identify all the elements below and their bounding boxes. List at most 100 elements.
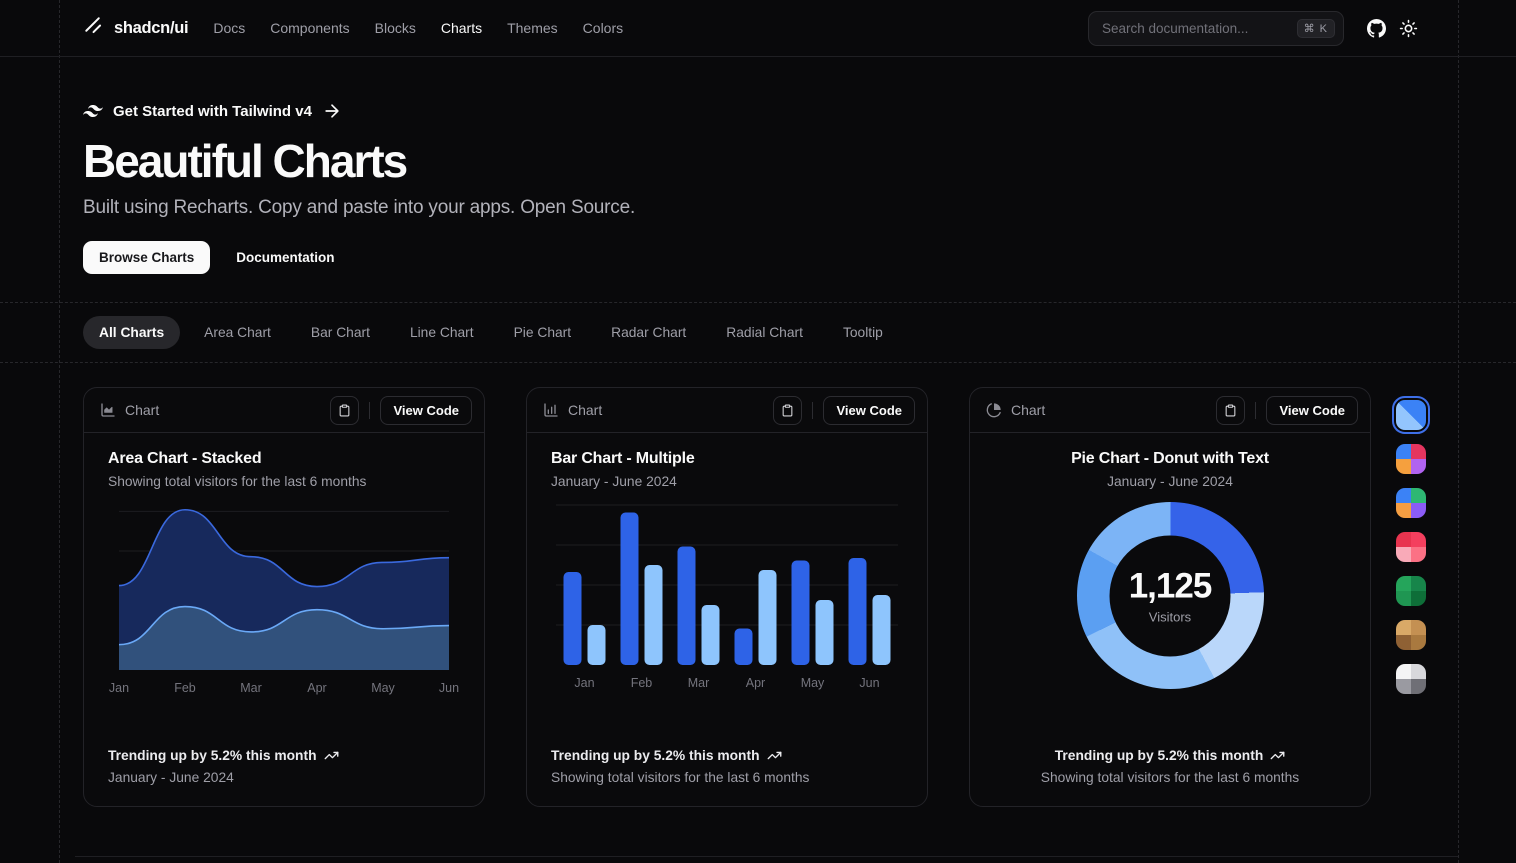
left-guide-line	[59, 0, 60, 863]
theme-toggle-button[interactable]	[1392, 12, 1424, 44]
card-body: Area Chart - Stacked Showing total visit…	[84, 433, 484, 695]
footer-secondary-text: January - June 2024	[108, 770, 460, 785]
navbar: shadcn/ui Docs Components Blocks Charts Them…	[0, 0, 1516, 57]
copy-code-button[interactable]	[1216, 396, 1245, 425]
brand-name: shadcn/ui	[114, 19, 188, 38]
swatch-quadrant	[1396, 459, 1411, 474]
donut-total-value: 1,125	[1129, 567, 1212, 607]
swatch-quadrant	[1396, 488, 1411, 503]
swatch-quadrant	[1411, 532, 1426, 547]
tailwind-banner-link[interactable]: Get Started with Tailwind v4	[83, 101, 1424, 121]
copy-code-button[interactable]	[330, 396, 359, 425]
svg-text:Jun: Jun	[439, 681, 459, 695]
donut-total-label: Visitors	[1149, 610, 1191, 625]
swatch-quadrant	[1396, 503, 1411, 518]
page-subtitle: Built using Recharts. Copy and paste int…	[83, 197, 1424, 219]
brand[interactable]: shadcn/ui	[83, 15, 188, 41]
swatch-quadrant	[1411, 591, 1426, 606]
swatch-quadrant	[1396, 620, 1411, 635]
theme-swatch-green[interactable]	[1396, 576, 1426, 606]
pie-chart-icon	[986, 402, 1002, 418]
view-code-button[interactable]: View Code	[1266, 396, 1358, 425]
area-chart-svg: JanFebMarAprMayJun	[119, 505, 449, 695]
nav-links: Docs Components Blocks Charts Themes Colors	[213, 20, 623, 36]
chart-filter-tabs: All ChartsArea ChartBar ChartLine ChartP…	[83, 316, 899, 349]
right-guide-line	[1458, 0, 1459, 863]
card-toolbar: Chart View Code	[970, 388, 1370, 433]
view-code-button[interactable]: View Code	[823, 396, 915, 425]
tab-line-chart[interactable]: Line Chart	[394, 316, 490, 349]
toolbar-label: Chart	[125, 402, 159, 418]
nav-item-themes[interactable]: Themes	[507, 20, 558, 36]
svg-text:Feb: Feb	[631, 676, 653, 690]
nav-item-components[interactable]: Components	[270, 20, 349, 36]
tab-area-chart[interactable]: Area Chart	[188, 316, 287, 349]
toolbar-separator	[812, 402, 813, 419]
nav-item-blocks[interactable]: Blocks	[375, 20, 416, 36]
tab-tooltip[interactable]: Tooltip	[827, 316, 899, 349]
card-footer: Trending up by 5.2% this month Showing t…	[551, 748, 903, 785]
chart-filter-strip: All ChartsArea ChartBar ChartLine ChartP…	[0, 302, 1516, 362]
svg-text:May: May	[801, 676, 825, 690]
copy-code-button[interactable]	[773, 396, 802, 425]
card-body: Pie Chart - Donut with Text January - Ju…	[970, 433, 1370, 689]
swatch-quadrant	[1411, 459, 1426, 474]
area-chart-card: Chart View Code Area Chart - Stacked Sho…	[83, 387, 485, 807]
swatch-quadrant	[1411, 679, 1426, 694]
swatch-quadrant	[1411, 576, 1426, 591]
footer-primary-text: Trending up by 5.2% this month	[1055, 748, 1264, 763]
search-input[interactable]	[1102, 21, 1297, 36]
nav-item-charts[interactable]: Charts	[441, 20, 482, 36]
search-shortcut-kbd: ⌘ K	[1297, 19, 1335, 38]
footer-primary-text: Trending up by 5.2% this month	[108, 748, 317, 763]
bar-chart-icon	[543, 402, 559, 418]
area-chart: JanFebMarAprMayJun	[108, 505, 460, 695]
swatch-quadrant	[1411, 444, 1426, 459]
theme-swatch-rose[interactable]	[1396, 532, 1426, 562]
nav-item-colors[interactable]: Colors	[583, 20, 623, 36]
footer-primary-text: Trending up by 5.2% this month	[551, 748, 760, 763]
github-button[interactable]	[1360, 12, 1392, 44]
browse-charts-button[interactable]: Browse Charts	[83, 241, 210, 274]
theme-swatch-rail	[1396, 400, 1426, 694]
swatch-quadrant	[1396, 576, 1411, 591]
clipboard-icon	[781, 404, 794, 417]
card-title: Area Chart - Stacked	[108, 450, 460, 468]
area-chart-icon	[100, 402, 116, 418]
swatch-quadrant	[1396, 444, 1411, 459]
arrow-right-icon	[322, 101, 342, 121]
theme-swatch-amber[interactable]	[1396, 620, 1426, 650]
bar-chart-svg: JanFebMarAprMayJun	[556, 505, 898, 695]
card-description: January - June 2024	[994, 474, 1346, 489]
tab-radial-chart[interactable]: Radial Chart	[710, 316, 819, 349]
tab-bar-chart[interactable]: Bar Chart	[295, 316, 386, 349]
theme-swatch-vivid[interactable]	[1396, 444, 1426, 474]
swatch-quadrant	[1411, 635, 1426, 650]
sun-icon	[1399, 19, 1418, 38]
card-description: January - June 2024	[551, 474, 903, 489]
donut-ring: 1,125 Visitors	[1077, 502, 1264, 689]
theme-swatch-blue[interactable]	[1396, 400, 1426, 430]
bar-chart: JanFebMarAprMayJun	[551, 505, 903, 695]
pie-chart-card: Chart View Code Pie Chart - Donut with T…	[969, 387, 1371, 807]
nav-item-docs[interactable]: Docs	[213, 20, 245, 36]
hero-section: Get Started with Tailwind v4 Beautiful C…	[83, 57, 1424, 274]
footer-secondary-text: Showing total visitors for the last 6 mo…	[994, 770, 1346, 785]
swatch-quadrant	[1411, 664, 1426, 679]
view-code-button[interactable]: View Code	[380, 396, 472, 425]
documentation-button[interactable]: Documentation	[220, 241, 350, 274]
banner-label: Get Started with Tailwind v4	[113, 103, 312, 120]
trending-up-icon	[1270, 748, 1285, 763]
tab-pie-chart[interactable]: Pie Chart	[498, 316, 588, 349]
search-box[interactable]: ⌘ K	[1088, 11, 1344, 46]
tab-all-charts[interactable]: All Charts	[83, 316, 180, 349]
card-toolbar: Chart View Code	[527, 388, 927, 433]
card-title: Pie Chart - Donut with Text	[994, 450, 1346, 468]
clipboard-icon	[1224, 404, 1237, 417]
theme-swatch-mono[interactable]	[1396, 664, 1426, 694]
card-footer: Trending up by 5.2% this month Showing t…	[994, 748, 1346, 785]
tab-radar-chart[interactable]: Radar Chart	[595, 316, 702, 349]
theme-swatch-jewel[interactable]	[1396, 488, 1426, 518]
toolbar-separator	[369, 402, 370, 419]
toolbar-separator	[1255, 402, 1256, 419]
